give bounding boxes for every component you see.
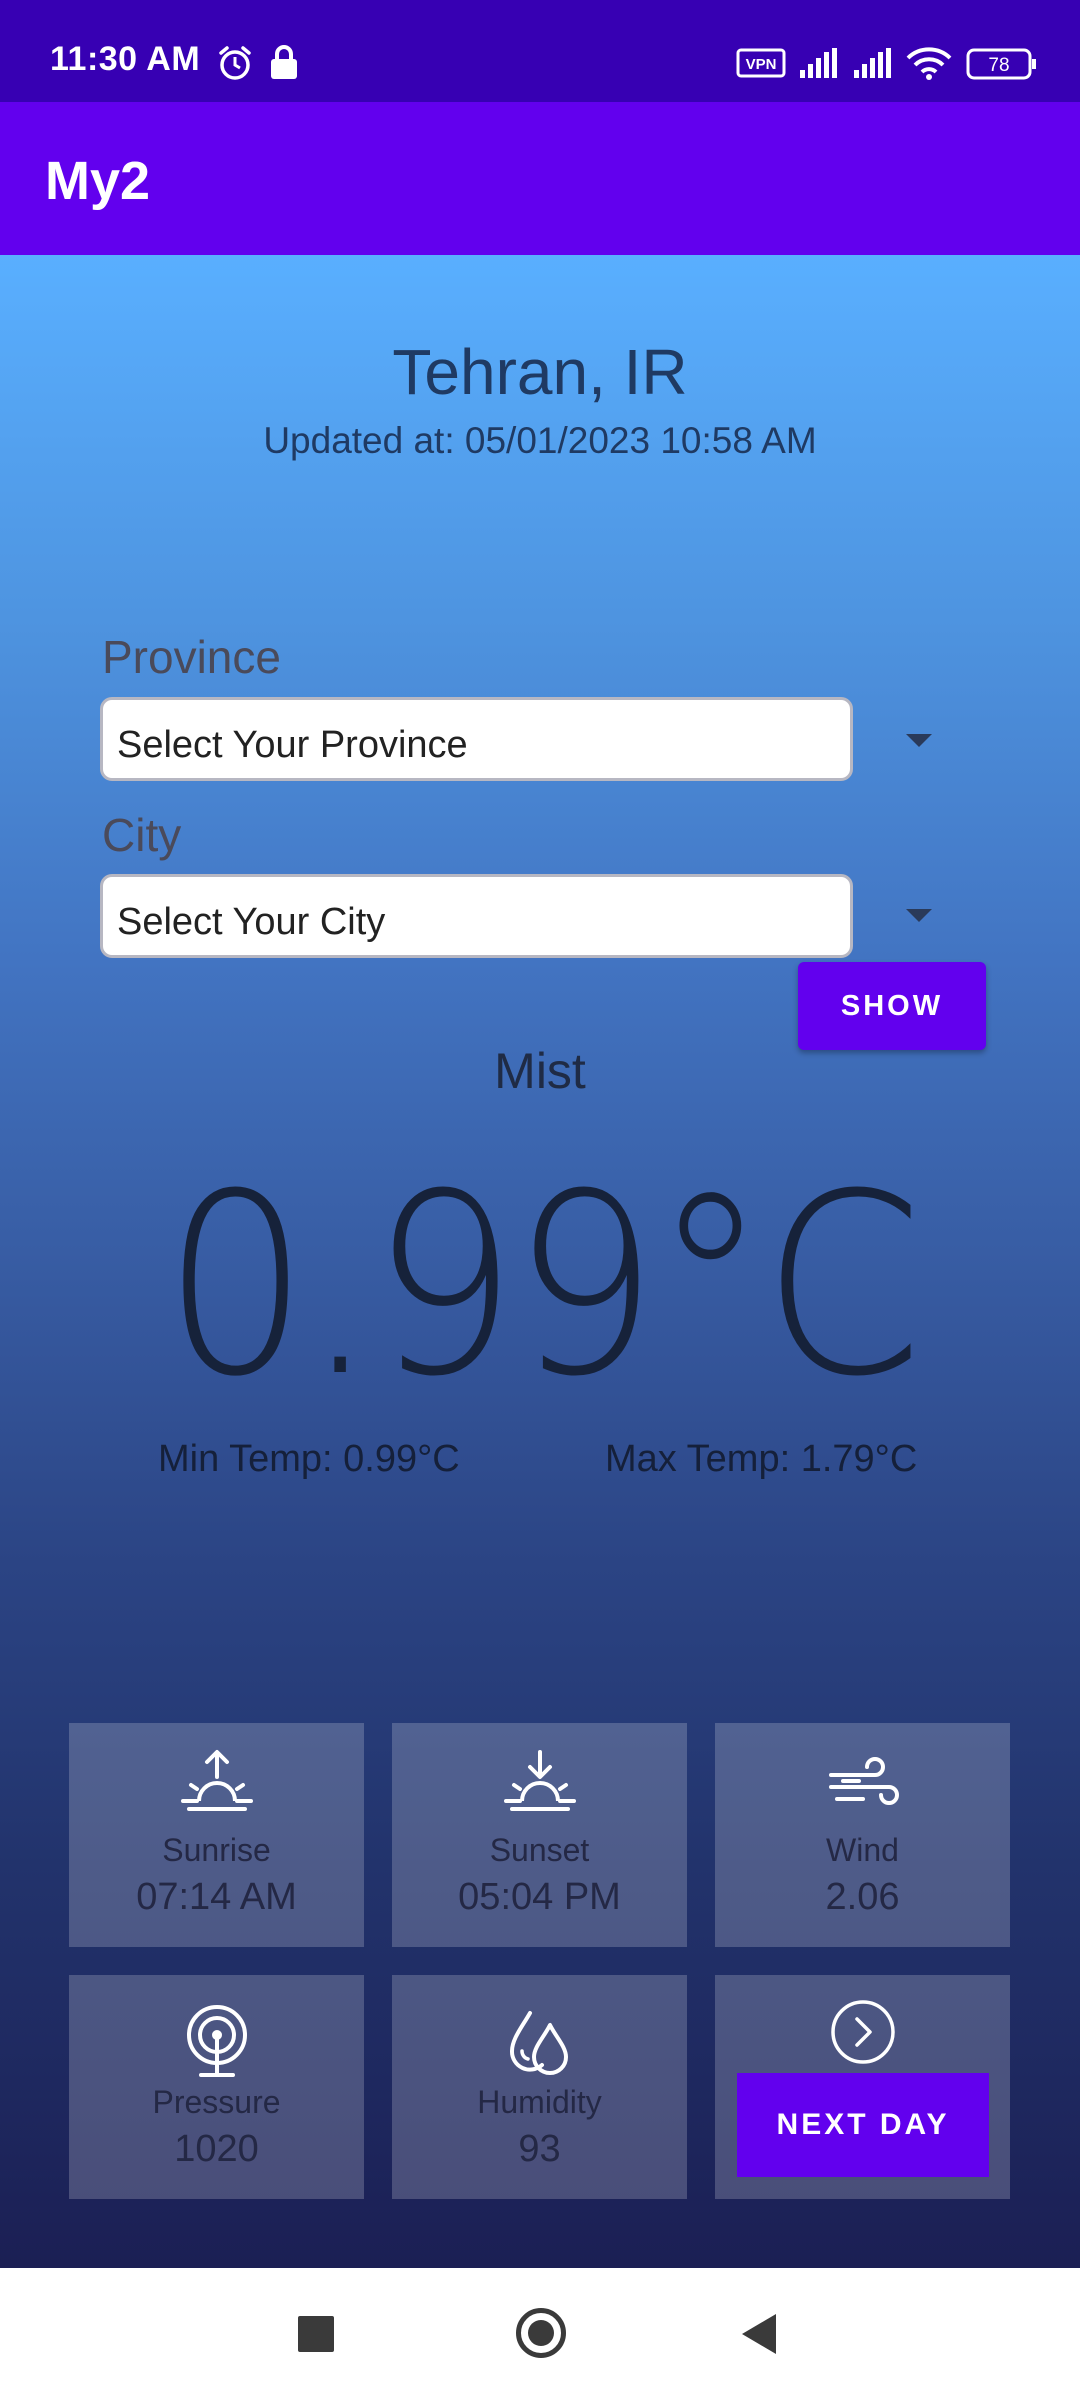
tile-value: 93 [518, 2128, 561, 2170]
svg-text:78: 78 [988, 55, 1009, 76]
tile-label: Sunset [489, 1832, 590, 1868]
weather-condition: Mist [494, 1043, 586, 1099]
app-title: My2 [45, 151, 151, 211]
humidity-icon [392, 2001, 687, 2081]
tile-value: 1020 [174, 2128, 259, 2170]
city-dropdown-icon[interactable] [906, 909, 932, 922]
tile-sunset: Sunset 05:04 PM [392, 1723, 687, 1947]
chevron-right-circle-icon[interactable] [715, 1997, 1010, 2077]
wifi-icon [906, 46, 952, 85]
min-temp: Min Temp: 0.99°C [158, 1438, 460, 1480]
vpn-icon: VPN [736, 48, 786, 83]
city-select[interactable]: Select Your City [100, 874, 853, 958]
tile-humidity: Humidity 93 [392, 1975, 687, 2199]
max-temp: Max Temp: 1.79°C [605, 1438, 918, 1480]
updated-at: Updated at: 05/01/2023 10:58 AM [263, 420, 817, 461]
home-icon[interactable] [516, 2308, 566, 2358]
city-label: City [102, 809, 182, 861]
tile-wind: Wind 2.06 [715, 1723, 1010, 1947]
province-dropdown-icon[interactable] [906, 734, 932, 747]
tile-label: Wind [826, 1832, 899, 1868]
tile-label: Sunrise [162, 1832, 271, 1868]
tile-label: Humidity [477, 2084, 602, 2120]
city-name: Tehran, IR [392, 336, 688, 408]
navigation-bar [0, 2268, 1080, 2400]
temperature-value: 0.99°C [162, 1140, 923, 1431]
province-select[interactable]: Select Your Province [100, 697, 853, 781]
signal-icon-2 [852, 48, 894, 83]
lock-icon [268, 44, 300, 85]
tile-value: 2.06 [825, 1876, 900, 1918]
current-temperature: 0.99°C [0, 1140, 1080, 1431]
province-label: Province [102, 631, 281, 683]
tile-next-day: NEXT DAY [715, 1975, 1010, 2199]
signal-icon [798, 48, 840, 83]
app-bar: My2 [0, 102, 1080, 255]
svg-text:VPN: VPN [746, 56, 777, 73]
sunset-icon [392, 1749, 687, 1829]
status-time: 11:30 AM [50, 40, 201, 78]
battery-icon: 78 [966, 48, 1038, 85]
recent-apps-icon[interactable] [298, 2316, 334, 2352]
tile-value: 07:14 AM [136, 1876, 297, 1918]
weather-content: Tehran, IR Updated at: 05/01/2023 10:58 … [0, 255, 1080, 2268]
status-bar: 11:30 AM VPN 78 [0, 0, 1080, 102]
wind-icon [715, 1749, 1010, 1829]
tile-label: Pressure [152, 2084, 281, 2120]
show-button[interactable]: SHOW [798, 962, 986, 1050]
back-icon[interactable] [742, 2314, 776, 2354]
next-day-button[interactable]: NEXT DAY [737, 2073, 989, 2177]
sunrise-icon [69, 1749, 364, 1829]
tile-value: 05:04 PM [458, 1876, 621, 1918]
alarm-icon [216, 44, 254, 87]
tile-pressure: Pressure 1020 [69, 1975, 364, 2199]
pressure-icon [69, 2001, 364, 2081]
tile-sunrise: Sunrise 07:14 AM [69, 1723, 364, 1947]
